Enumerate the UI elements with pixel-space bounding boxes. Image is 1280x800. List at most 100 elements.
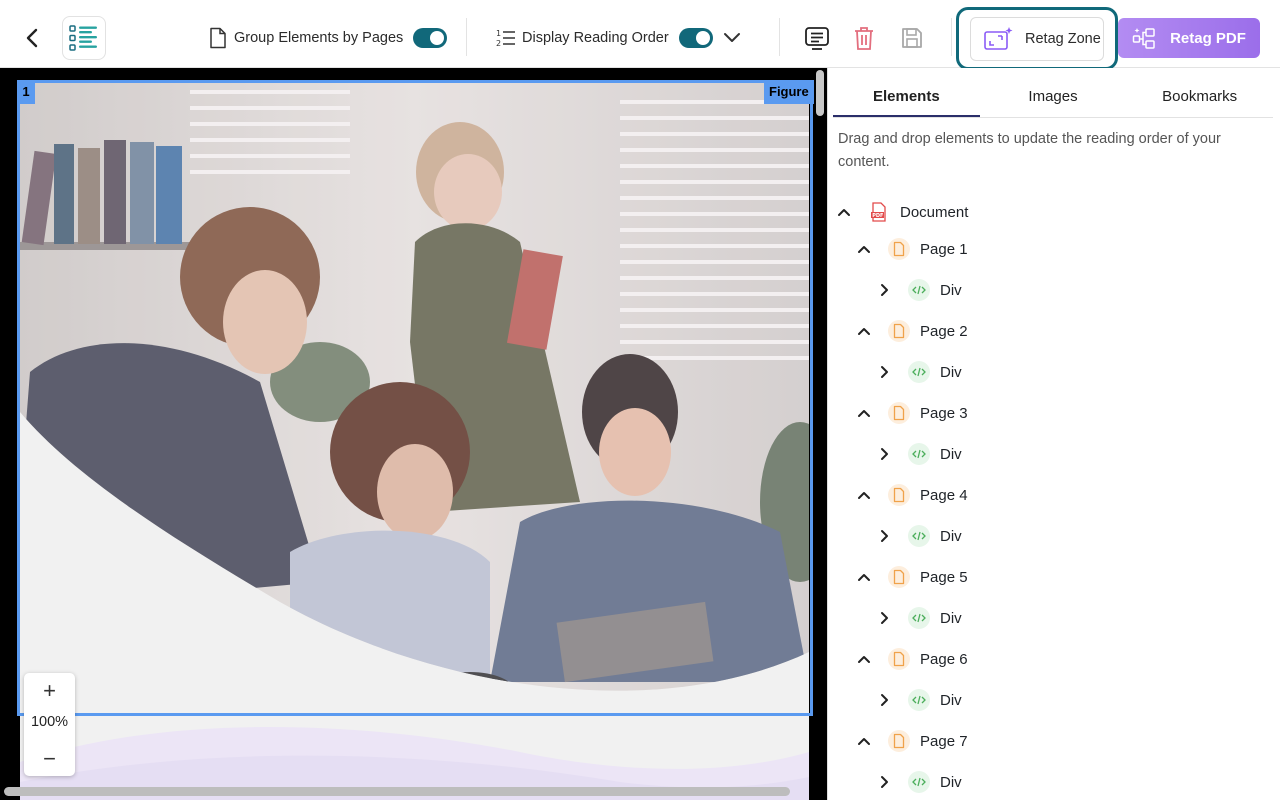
retag-pdf-button[interactable]: Retag PDF	[1118, 18, 1260, 58]
code-tag-icon	[908, 525, 930, 547]
page-icon	[888, 730, 910, 752]
retag-zone-icon	[984, 27, 1013, 50]
tree-node-div[interactable]: Div	[874, 440, 962, 468]
panel-hint: Drag and drop elements to update the rea…	[838, 131, 1221, 170]
tab-images[interactable]: Images	[980, 78, 1127, 117]
text-panel-icon	[805, 27, 829, 50]
list-layout-icon	[69, 25, 97, 51]
code-tag-icon	[908, 443, 930, 465]
tree-node-div[interactable]: Div	[874, 686, 962, 714]
group-by-pages-toggle[interactable]	[413, 28, 448, 48]
zoom-level: 100%	[30, 714, 69, 730]
tree-node-label: Page 6	[920, 650, 968, 668]
tab-elements[interactable]: Elements	[833, 78, 980, 117]
tree-node-label: Page 2	[920, 322, 968, 340]
horizontal-scrollbar[interactable]	[4, 787, 790, 796]
toolbar-divider	[466, 18, 467, 56]
tree-node-label: Div	[940, 609, 962, 627]
chevron-right-icon[interactable]	[874, 280, 894, 300]
chevron-left-icon	[26, 28, 38, 48]
chevron-right-icon[interactable]	[874, 690, 894, 710]
tree-node-page[interactable]: Page 5	[854, 563, 968, 591]
chevron-right-icon[interactable]	[874, 772, 894, 792]
tree-node-page[interactable]: Page 2	[854, 317, 968, 345]
zoom-control: + 100% −	[24, 673, 75, 776]
back-button[interactable]	[18, 24, 46, 52]
reading-order-control: 1 2 Display Reading Order	[496, 24, 713, 52]
chevron-right-icon[interactable]	[874, 526, 894, 546]
tab-bookmarks[interactable]: Bookmarks	[1126, 78, 1273, 117]
properties-button[interactable]	[801, 22, 833, 54]
page-icon	[888, 648, 910, 670]
chevron-right-icon[interactable]	[874, 444, 894, 464]
page-icon	[888, 402, 910, 424]
pdf-viewer	[0, 68, 827, 800]
tree-node-label: Div	[940, 363, 962, 381]
code-tag-icon	[908, 689, 930, 711]
element-type-badge: Figure	[764, 80, 814, 104]
save-icon	[902, 28, 922, 48]
reading-order-badge: 1	[17, 80, 35, 104]
tree-node-label: Document	[900, 203, 969, 221]
tree-node-label: Div	[940, 527, 962, 545]
page-icon	[888, 238, 910, 260]
reading-order-toggle[interactable]	[678, 28, 713, 48]
delete-button[interactable]	[848, 22, 880, 54]
chevron-up-icon[interactable]	[834, 202, 854, 222]
top-toolbar: Group Elements by Pages 1 2 Display Read…	[0, 0, 1280, 70]
tree-node-label: Div	[940, 281, 962, 299]
app-logo[interactable]	[62, 16, 106, 60]
save-button[interactable]	[896, 22, 928, 54]
chevron-up-icon[interactable]	[854, 321, 874, 341]
retag-zone-button[interactable]: Retag Zone	[970, 17, 1104, 61]
tree-node-label: Div	[940, 773, 962, 791]
toolbar-divider	[779, 18, 780, 56]
tree-node-document[interactable]: PDF Document	[834, 198, 968, 226]
tree-node-div[interactable]: Div	[874, 276, 962, 304]
tree-node-label: Div	[940, 445, 962, 463]
numbered-list-icon: 1 2	[496, 29, 515, 48]
tree-node-label: Page 1	[920, 240, 968, 258]
tree-node-label: Page 3	[920, 404, 968, 422]
retag-zone-label: Retag Zone	[1025, 31, 1101, 47]
svg-text:1: 1	[496, 29, 501, 38]
structure-panel: Elements Images Bookmarks Drag and drop …	[827, 68, 1280, 800]
tree-node-label: Page 7	[920, 732, 968, 750]
tree-node-div[interactable]: Div	[874, 522, 962, 550]
page-icon	[888, 566, 910, 588]
tree-node-page[interactable]: Page 4	[854, 481, 968, 509]
group-by-pages-label: Group Elements by Pages	[234, 30, 404, 46]
tree-node-label: Page 4	[920, 486, 968, 504]
chevron-up-icon[interactable]	[854, 403, 874, 423]
chevron-up-icon[interactable]	[854, 649, 874, 669]
group-by-pages-control: Group Elements by Pages	[208, 24, 448, 52]
panel-tabs: Elements Images Bookmarks	[833, 78, 1273, 118]
more-options-button[interactable]	[716, 22, 748, 54]
chevron-up-icon[interactable]	[854, 485, 874, 505]
chevron-right-icon[interactable]	[874, 608, 894, 628]
chevron-right-icon[interactable]	[874, 362, 894, 382]
code-tag-icon	[908, 361, 930, 383]
chevron-up-icon[interactable]	[854, 567, 874, 587]
page-icon	[888, 484, 910, 506]
tree-node-div[interactable]: Div	[874, 358, 962, 386]
chevron-up-icon[interactable]	[854, 731, 874, 751]
pdf-page	[20, 82, 809, 800]
tree-node-page[interactable]: Page 3	[854, 399, 968, 427]
tree-node-div[interactable]: Div	[874, 604, 962, 632]
zoom-in-button[interactable]: +	[24, 675, 75, 707]
code-tag-icon	[908, 771, 930, 793]
tree-node-page[interactable]: Page 1	[854, 235, 968, 263]
tree-node-page[interactable]: Page 7	[854, 727, 968, 755]
zoom-out-button[interactable]: −	[24, 743, 75, 775]
figure-photo[interactable]	[20, 82, 809, 714]
svg-text:2: 2	[496, 39, 501, 48]
tree-node-page[interactable]: Page 6	[854, 645, 968, 673]
tree-node-div[interactable]: Div	[874, 768, 962, 796]
chevron-down-icon	[724, 33, 740, 42]
tree-node-label: Div	[940, 691, 962, 709]
code-tag-icon	[908, 607, 930, 629]
chevron-up-icon[interactable]	[854, 239, 874, 259]
file-icon	[210, 27, 226, 49]
vertical-scrollbar[interactable]	[816, 70, 824, 116]
